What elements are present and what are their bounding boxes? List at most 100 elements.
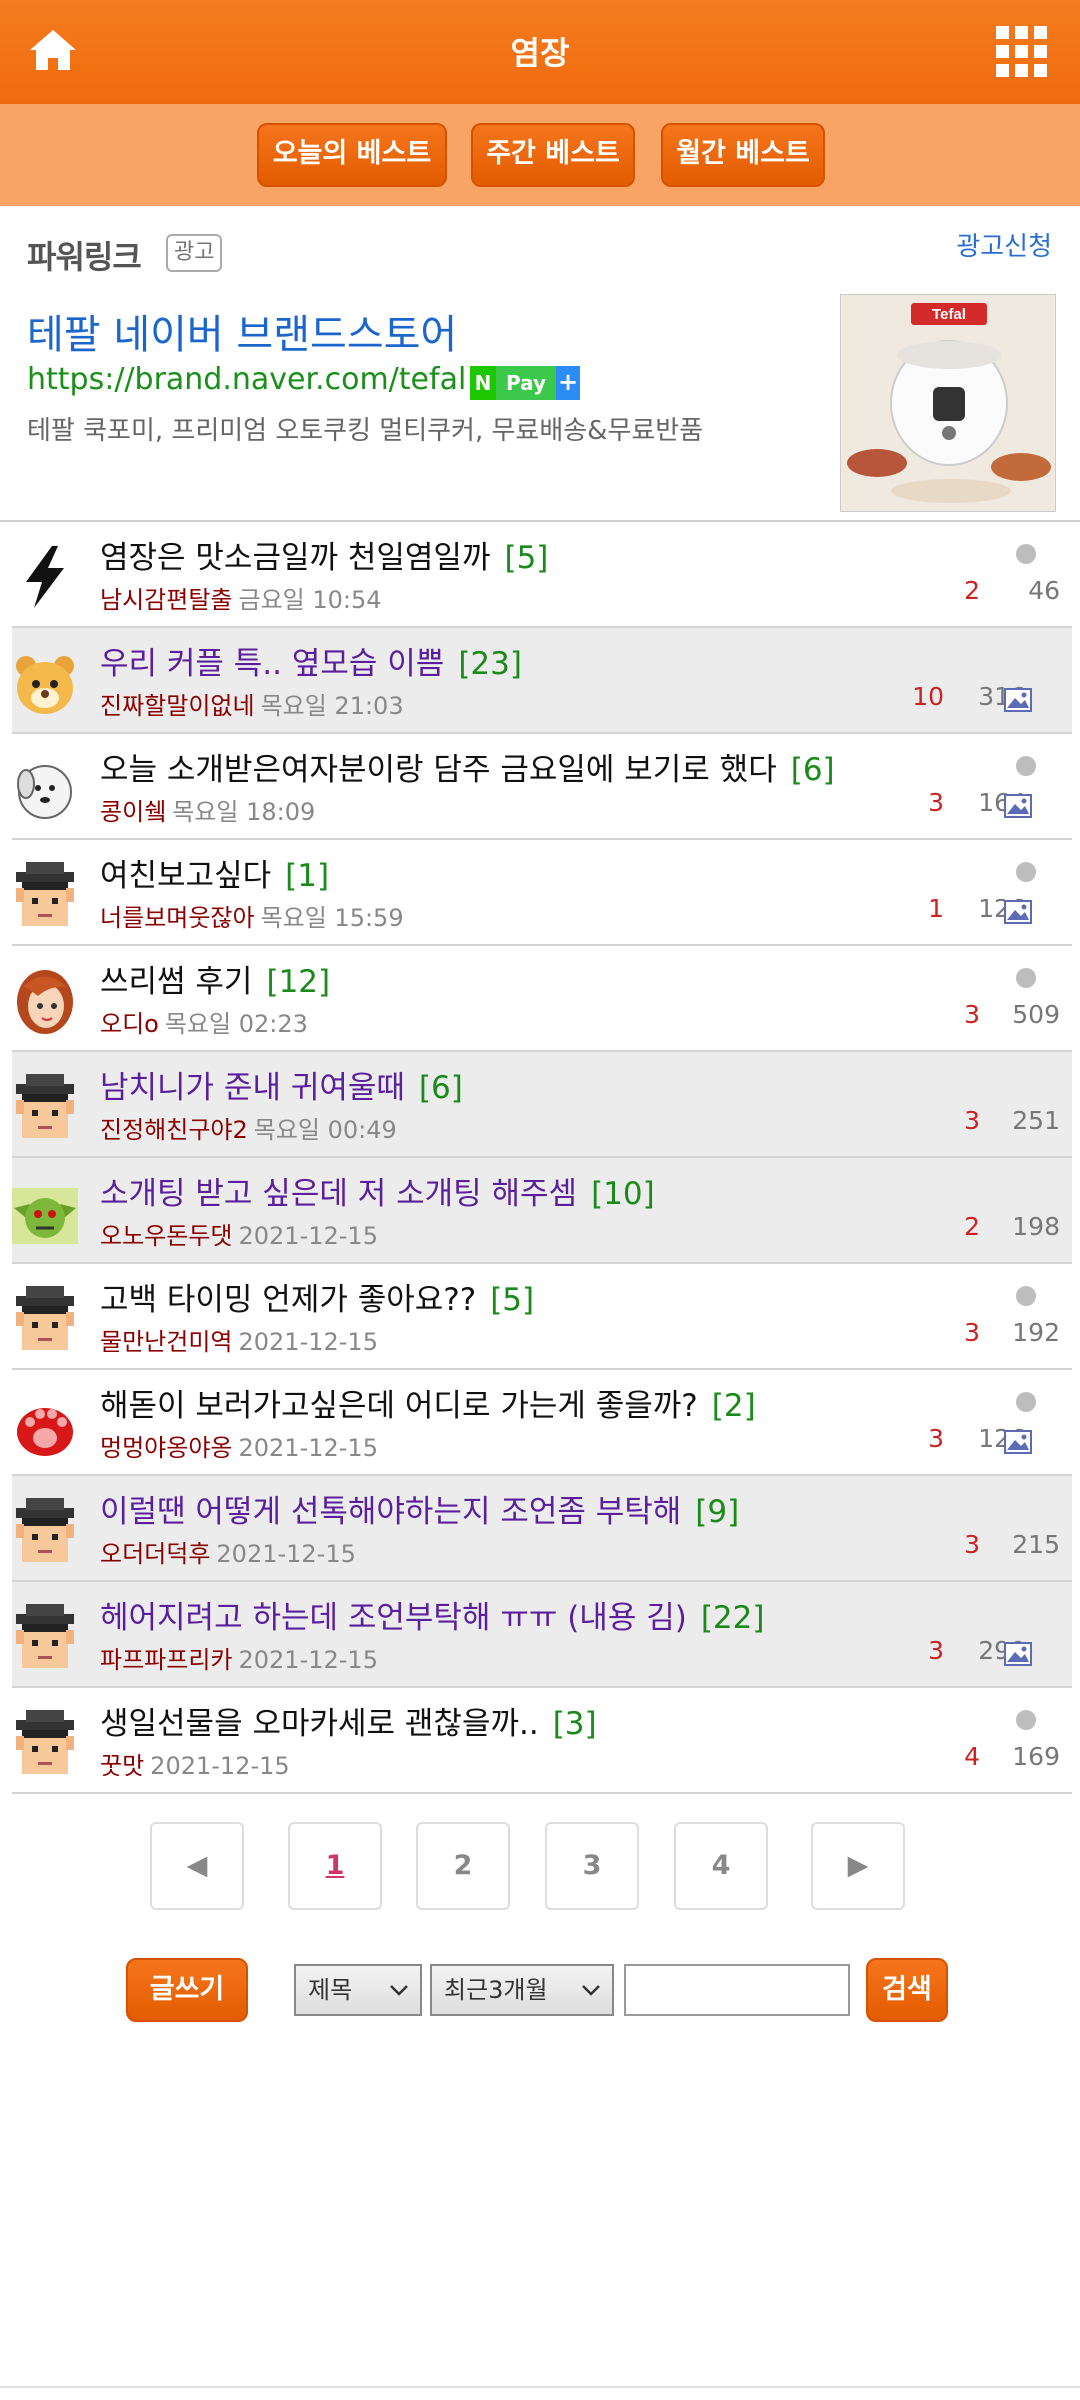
recommend-count: 3 [928, 1636, 944, 1665]
post-title-link[interactable]: 여친보고싶다 [1] [100, 850, 329, 895]
search-button[interactable]: 검색 [866, 1958, 948, 2022]
post-row[interactable]: 염장은 맛소금일까 천일염일까 [5] 남시감편탈출 금요일 10:54 2 46 [12, 522, 1072, 628]
post-title-link[interactable]: 헤어지려고 하는데 조언부탁해 ㅠㅠ (내용 김) [22] [100, 1592, 764, 1637]
next-page-button[interactable]: ▶ [811, 1822, 905, 1910]
post-author[interactable]: 남시감편탈출 [100, 586, 232, 614]
post-title-link[interactable]: 우리 커플 특.. 옆모습 이쁨 [23] [100, 638, 522, 683]
comment-count: [9] [695, 1494, 740, 1530]
graduate-avatar [12, 1708, 78, 1778]
post-author[interactable]: 꿋맛 [100, 1752, 144, 1780]
unread-dot-icon [1016, 968, 1036, 988]
page-3-button[interactable]: 3 [545, 1822, 639, 1910]
dog-avatar [12, 754, 78, 824]
post-row[interactable]: 이럴땐 어떻게 선톡해야하는지 조언좀 부탁해 [9] 오더더덕후 2021-12-… [12, 1476, 1072, 1582]
post-title-link[interactable]: 염장은 맛소금일까 천일염일까 [5] [100, 532, 548, 577]
write-button[interactable]: 글쓰기 [126, 1958, 248, 2022]
post-title-text: 고백 타이밍 언제가 좋아요?? [100, 1282, 477, 1318]
post-title-link[interactable]: 소개팅 받고 싶은데 저 소개팅 해주셈 [10] [100, 1168, 655, 1213]
post-title-link[interactable]: 오늘 소개받은여자분이랑 담주 금요일에 보기로 했다 [6] [100, 744, 835, 789]
post-meta: 오노우돈두댓 2021-12-15 [100, 1216, 378, 1251]
post-title-link[interactable]: 생일선물을 오마카세로 괜찮을까.. [3] [100, 1698, 597, 1743]
post-meta: 멍멍야옹야옹 2021-12-15 [100, 1428, 378, 1463]
view-count: 509 [1012, 1000, 1060, 1029]
search-field-select[interactable]: 제목 [294, 1964, 422, 2016]
weekly-best-button[interactable]: 주간 베스트 [471, 123, 635, 187]
ad-title-link[interactable]: 테팔 네이버 브랜드스토어 [27, 302, 457, 360]
page-2-button[interactable]: 2 [416, 1822, 510, 1910]
post-author[interactable]: 콩이쉨 [100, 798, 166, 826]
prev-page-button[interactable]: ◀ [150, 1822, 244, 1910]
post-author[interactable]: 너를보며웃잖아 [100, 904, 255, 932]
page-title: 염장 [510, 34, 570, 72]
post-row[interactable]: 오늘 소개받은여자분이랑 담주 금요일에 보기로 했다 [6] 콩이쉨 목요일 18… [12, 734, 1072, 840]
post-author[interactable]: 오디o [100, 1010, 159, 1038]
post-meta: 오더더덕후 2021-12-15 [100, 1534, 356, 1569]
page-4-button[interactable]: 4 [674, 1822, 768, 1910]
page-1-button[interactable]: 1 [288, 1822, 382, 1910]
post-date: 2021-12-15 [238, 1222, 378, 1250]
post-author[interactable]: 진짜할말이없네 [100, 692, 255, 720]
post-row[interactable]: 헤어지려고 하는데 조언부탁해 ㅠㅠ (내용 김) [22] 파프파프리카 2021… [12, 1582, 1072, 1688]
post-row[interactable]: 여친보고싶다 [1] 너를보며웃잖아 목요일 15:59 1 126 [12, 840, 1072, 946]
recommend-count: 3 [928, 788, 944, 817]
post-date: 목요일 00:49 [253, 1116, 397, 1144]
view-count: 46 [1028, 576, 1060, 605]
post-author[interactable]: 오더더덕후 [100, 1540, 210, 1568]
post-title-text: 소개팅 받고 싶은데 저 소개팅 해주셈 [100, 1176, 578, 1212]
search-input[interactable] [624, 1964, 850, 2016]
post-author[interactable]: 오노우돈두댓 [100, 1222, 232, 1250]
comment-count: [2] [711, 1388, 756, 1424]
search-period-select[interactable]: 최근3개월 [430, 1964, 614, 2016]
post-author[interactable]: 파프파프리카 [100, 1646, 232, 1674]
comment-count: [6] [790, 752, 835, 788]
post-meta: 꿋맛 2021-12-15 [100, 1746, 290, 1781]
post-date: 2021-12-15 [238, 1434, 378, 1462]
post-title-text: 염장은 맛소금일까 천일염일까 [100, 540, 491, 576]
post-meta: 남시감편탈출 금요일 10:54 [100, 580, 382, 615]
unread-dot-icon [1016, 544, 1036, 564]
ad-url-link[interactable]: https://brand.naver.com/tefal [27, 362, 466, 397]
unread-dot-icon [1016, 1392, 1036, 1412]
post-row[interactable]: 해돋이 보러가고싶은데 어디로 가는게 좋을까? [2] 멍멍야옹야옹 2021-1… [12, 1370, 1072, 1476]
search-period-value: 최근3개월 [444, 1976, 548, 2004]
post-row[interactable]: 생일선물을 오마카세로 괜찮을까.. [3] 꿋맛 2021-12-15 4 169 [12, 1688, 1072, 1794]
footer-divider [0, 2386, 1080, 2388]
post-date: 목요일 21:03 [260, 692, 404, 720]
ad-description: 테팔 쿡포미, 프리미엄 오토쿠킹 멀티쿠커, 무료배송&무료반품 [27, 416, 704, 446]
recommend-count: 3 [928, 1424, 944, 1453]
post-title-link[interactable]: 고백 타이밍 언제가 좋아요?? [5] [100, 1274, 534, 1319]
post-date: 2021-12-15 [216, 1540, 356, 1568]
ad-product-image[interactable]: Tefal [840, 294, 1056, 512]
post-title-link[interactable]: 이럴땐 어떻게 선톡해야하는지 조언좀 부탁해 [9] [100, 1486, 739, 1531]
view-count: 169 [1012, 1742, 1060, 1771]
post-row[interactable]: 남치니가 준내 귀여울때 [6] 진정해친구야2 목요일 00:49 3 251 [12, 1052, 1072, 1158]
post-title-link[interactable]: 남치니가 준내 귀여울때 [6] [100, 1062, 463, 1107]
chevron-down-icon [582, 1985, 600, 1996]
graduate-avatar [12, 1496, 78, 1566]
comment-count: [3] [552, 1706, 597, 1742]
recommend-count: 3 [964, 1000, 980, 1029]
comment-count: [23] [458, 646, 522, 682]
post-row[interactable]: 우리 커플 특.. 옆모습 이쁨 [23] 진짜할말이없네 목요일 21:03 10… [12, 628, 1072, 734]
powerlink-label: 파워링크 [27, 238, 142, 276]
post-meta: 콩이쉨 목요일 18:09 [100, 792, 315, 827]
post-title-link[interactable]: 쓰리썸 후기 [12] [100, 956, 330, 1001]
post-date: 2021-12-15 [238, 1646, 378, 1674]
view-count: 198 [1012, 1212, 1060, 1241]
image-attached-icon [1004, 794, 1032, 818]
post-title-link[interactable]: 해돋이 보러가고싶은데 어디로 가는게 좋을까? [2] [100, 1380, 756, 1425]
post-author[interactable]: 멍멍야옹야옹 [100, 1434, 232, 1462]
monthly-best-button[interactable]: 월간 베스트 [661, 123, 825, 187]
menu-grid-icon[interactable] [996, 26, 1048, 78]
post-date: 2021-12-15 [150, 1752, 290, 1780]
comment-count: [1] [285, 858, 330, 894]
ad-apply-link[interactable]: 광고신청 [956, 226, 1052, 263]
recommend-count: 2 [964, 1212, 980, 1241]
post-row[interactable]: 쓰리썸 후기 [12] 오디o 목요일 02:23 3 509 [12, 946, 1072, 1052]
post-row[interactable]: 고백 타이밍 언제가 좋아요?? [5] 물만난건미역 2021-12-15 3 1… [12, 1264, 1072, 1370]
daily-best-button[interactable]: 오늘의 베스트 [257, 123, 447, 187]
post-author[interactable]: 물만난건미역 [100, 1328, 232, 1356]
post-author[interactable]: 진정해친구야2 [100, 1116, 248, 1144]
post-row[interactable]: 소개팅 받고 싶은데 저 소개팅 해주셈 [10] 오노우돈두댓 2021-12-1… [12, 1158, 1072, 1264]
image-attached-icon [1004, 900, 1032, 924]
